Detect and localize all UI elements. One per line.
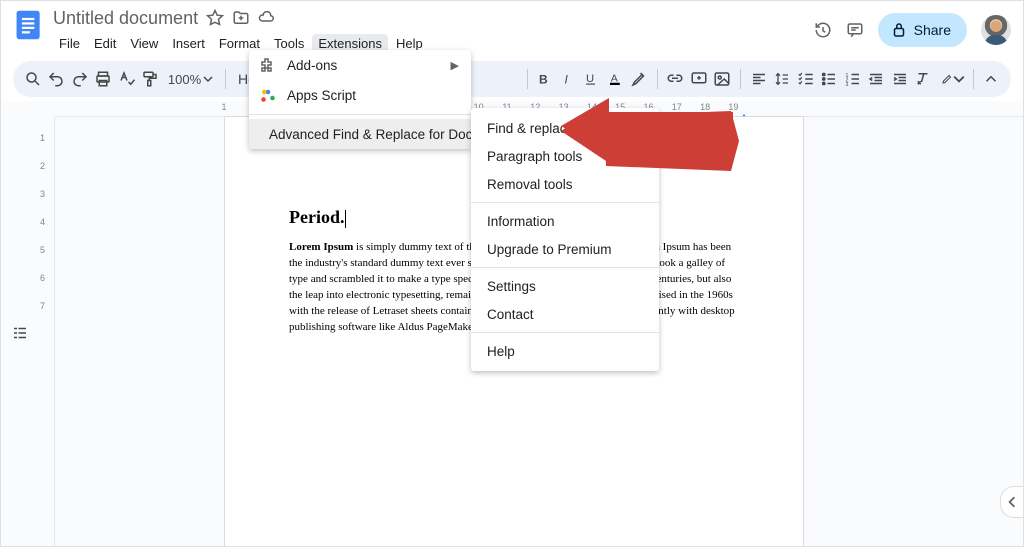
comments-icon[interactable]	[846, 21, 864, 39]
outline-icon[interactable]	[11, 119, 29, 546]
chevron-right-icon: ▶	[451, 59, 459, 72]
extensions-dropdown: Add-ons ▶ Apps Script Advanced Find & Re…	[249, 50, 471, 149]
avatar[interactable]	[981, 15, 1011, 45]
extensions-afr[interactable]: Advanced Find & Replace for Docs ▶	[249, 119, 471, 149]
bold-icon[interactable]: B	[535, 67, 554, 91]
italic-icon[interactable]: I	[559, 67, 578, 91]
text-color-icon[interactable]: A	[606, 67, 625, 91]
zoom-select[interactable]: 100%	[164, 72, 217, 87]
undo-icon[interactable]	[46, 67, 65, 91]
extensions-addons[interactable]: Add-ons ▶	[249, 50, 471, 80]
afr-settings[interactable]: Settings	[471, 272, 659, 300]
star-icon[interactable]	[206, 9, 224, 27]
afr-information[interactable]: Information	[471, 207, 659, 235]
move-icon[interactable]	[232, 9, 250, 27]
redo-icon[interactable]	[70, 67, 89, 91]
underline-icon[interactable]: U	[582, 67, 601, 91]
share-button-label: Share	[914, 22, 951, 38]
insert-image-icon[interactable]	[713, 67, 732, 91]
toolbar: 100% Headi B I U A 123	[13, 61, 1011, 97]
puzzle-icon	[259, 56, 277, 74]
afr-find-replace[interactable]: Find & replace	[471, 114, 659, 142]
afr-upgrade[interactable]: Upgrade to Premium	[471, 235, 659, 263]
menu-edit[interactable]: Edit	[88, 34, 122, 53]
cloud-status-icon[interactable]	[258, 9, 276, 27]
search-icon[interactable]	[23, 67, 42, 91]
svg-text:A: A	[610, 72, 617, 84]
indent-increase-icon[interactable]	[890, 67, 909, 91]
menu-view[interactable]: View	[124, 34, 164, 53]
apps-script-icon	[259, 86, 277, 104]
left-gutter	[1, 101, 39, 546]
clear-formatting-icon[interactable]	[913, 67, 932, 91]
svg-text:I: I	[564, 73, 568, 87]
afr-contact[interactable]: Contact	[471, 300, 659, 328]
afr-help[interactable]: Help	[471, 337, 659, 365]
bulleted-list-icon[interactable]	[819, 67, 838, 91]
paint-format-icon[interactable]	[140, 67, 159, 91]
svg-text:3: 3	[845, 82, 848, 88]
highlight-icon[interactable]	[629, 67, 648, 91]
collapse-toolbar-icon[interactable]	[982, 67, 1001, 91]
document-title[interactable]: Untitled document	[53, 8, 198, 29]
docs-logo-icon	[13, 9, 45, 41]
align-icon[interactable]	[749, 67, 768, 91]
menu-file[interactable]: File	[53, 34, 86, 53]
title-area: Untitled document File Edit View Insert …	[53, 7, 814, 55]
add-comment-icon[interactable]	[689, 67, 708, 91]
line-spacing-icon[interactable]	[772, 67, 791, 91]
afr-paragraph-tools[interactable]: Paragraph tools	[471, 142, 659, 170]
afr-removal-tools[interactable]: Removal tools	[471, 170, 659, 198]
explore-fab[interactable]	[1000, 486, 1023, 518]
print-icon[interactable]	[93, 67, 112, 91]
history-icon[interactable]	[814, 21, 832, 39]
share-button[interactable]: Share	[878, 13, 967, 47]
text-cursor	[345, 210, 346, 228]
editing-mode-icon[interactable]	[941, 67, 965, 91]
afr-submenu: Find & replace Paragraph tools Removal t…	[471, 108, 659, 371]
checklist-icon[interactable]	[796, 67, 815, 91]
vertical-ruler: 1234567	[39, 101, 55, 546]
extensions-apps-script[interactable]: Apps Script	[249, 80, 471, 110]
numbered-list-icon[interactable]: 123	[843, 67, 862, 91]
spellcheck-icon[interactable]	[117, 67, 136, 91]
menu-insert[interactable]: Insert	[166, 34, 211, 53]
header: Untitled document File Edit View Insert …	[1, 1, 1023, 61]
header-actions: Share	[814, 13, 1011, 47]
link-icon[interactable]	[666, 67, 685, 91]
svg-text:B: B	[539, 73, 548, 87]
svg-text:U: U	[586, 73, 594, 85]
indent-decrease-icon[interactable]	[866, 67, 885, 91]
